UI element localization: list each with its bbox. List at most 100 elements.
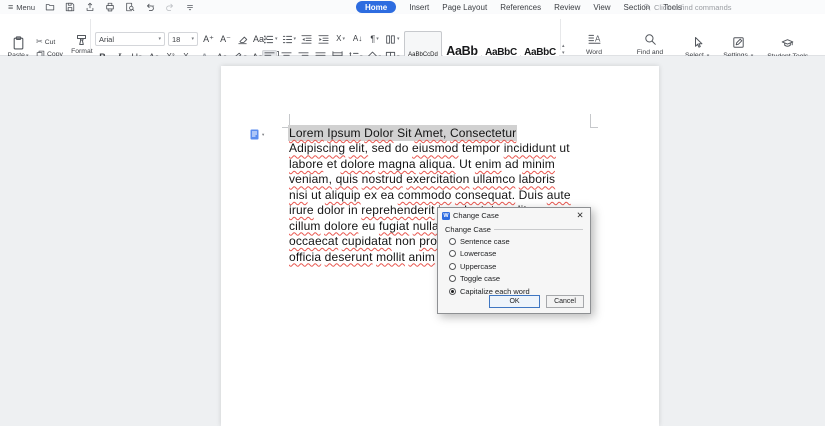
save-icon (65, 2, 75, 12)
change-case-dialog: W Change Case ✕ Change Case Sentence cas… (437, 207, 591, 314)
gallery-scroll-up[interactable]: ▴ (562, 44, 565, 49)
group-separator (560, 19, 561, 50)
asian-layout-button[interactable]: X▾ (333, 33, 348, 46)
font-name-select[interactable]: Arial ▾ (95, 32, 165, 46)
brush-icon (75, 34, 88, 46)
decrease-font-size-button[interactable]: A⁻ (218, 33, 233, 46)
numbering-icon (282, 34, 293, 45)
radio-label: Lowercase (460, 249, 496, 258)
search-icon (643, 3, 651, 11)
font-name-value: Arial (99, 35, 114, 44)
more-icon (185, 2, 195, 12)
tab-view[interactable]: View (593, 3, 610, 12)
change-case-groupbox: Change Case (445, 225, 583, 234)
tab-insert[interactable]: Insert (409, 3, 429, 12)
open-button[interactable] (42, 1, 57, 13)
print-preview-button[interactable] (122, 1, 137, 13)
menu-label: Menu (16, 3, 35, 12)
chevron-down-icon: ▾ (152, 4, 155, 10)
cut-label: Cut (45, 39, 56, 46)
numbering-button[interactable]: ▾ (281, 33, 298, 46)
tab-review[interactable]: Review (554, 3, 580, 12)
decrease-indent-button[interactable] (299, 33, 314, 46)
print-button[interactable] (102, 1, 117, 13)
asian-layout-glyph: X (336, 34, 341, 44)
radio-lowercase[interactable]: Lowercase (449, 250, 590, 258)
increase-font-size-glyph: A⁺ (203, 34, 214, 44)
document-line: nisi ut aliquip ex ea commodo consequat.… (289, 188, 607, 203)
document-line: Lorem Ipsum Dolor Sit Amet, Consectetur (289, 126, 607, 141)
student-tools-icon (781, 37, 794, 50)
radio-icon[interactable] (449, 263, 456, 270)
tab-home[interactable]: Home (356, 1, 396, 13)
folder-icon (45, 2, 55, 12)
word-typesetting-icon: A (588, 33, 601, 46)
bullets-icon (263, 34, 274, 45)
bullets-button[interactable]: ▾ (262, 33, 279, 46)
chevron-down-icon: ▾ (262, 132, 264, 138)
chevron-down-icon: ▾ (376, 36, 379, 42)
redo-button[interactable] (162, 1, 177, 13)
radio-sentence-case[interactable]: Sentence case (449, 237, 590, 245)
chevron-down-icon: ▾ (275, 36, 278, 42)
hamburger-icon: ≡ (8, 3, 13, 12)
increase-indent-button[interactable] (316, 33, 331, 46)
redo-icon (165, 2, 175, 12)
paragraph-widget[interactable]: ▾ (250, 129, 264, 140)
radio-icon[interactable] (449, 250, 456, 257)
case-options: Sentence case Lowercase Uppercase Toggle ca… (449, 237, 590, 295)
eraser-icon (237, 34, 248, 45)
find-replace-icon (644, 33, 657, 46)
chevron-down-icon: ▾ (342, 36, 345, 42)
ok-button[interactable]: OK (489, 295, 540, 308)
quick-access-toolbar: ▾ (42, 0, 197, 14)
radio-selected-icon[interactable] (449, 288, 456, 295)
undo-button[interactable]: ▾ (142, 1, 157, 13)
indent-icon (318, 34, 329, 45)
show-formatting-marks-glyph: ¶ (370, 34, 375, 44)
cancel-button[interactable]: Cancel (546, 295, 584, 308)
preview-icon (125, 2, 135, 12)
svg-text:A: A (595, 34, 601, 43)
command-search[interactable]: Click to find commands (643, 0, 732, 14)
select-cursor-icon (691, 36, 704, 49)
tab-references[interactable]: References (500, 3, 541, 12)
columns-icon (385, 34, 396, 45)
document-line: Adipiscing elit, sed do eiusmod tempor i… (289, 141, 607, 156)
chevron-down-icon: ▾ (294, 36, 297, 42)
radio-label: Uppercase (460, 262, 496, 271)
clear-formatting-button[interactable] (235, 33, 250, 46)
decrease-font-size-glyph: A⁻ (220, 34, 231, 44)
search-hint-text: Click to find commands (654, 3, 732, 12)
ribbon-tabs: Home Insert Page Layout References Review Vie… (356, 0, 682, 14)
export-button[interactable] (82, 1, 97, 13)
outdent-icon (301, 34, 312, 45)
text-direction-button[interactable]: ▾ (384, 33, 401, 46)
customize-quick-access-button[interactable] (182, 1, 197, 13)
radio-uppercase[interactable]: Uppercase (449, 262, 590, 270)
wps-app-icon: W (442, 212, 450, 220)
dialog-title: Change Case (453, 211, 571, 220)
chevron-down-icon: ▾ (158, 36, 161, 42)
radio-toggle-case[interactable]: Toggle case (449, 275, 590, 283)
radio-label: Sentence case (460, 237, 510, 246)
save-button[interactable] (62, 1, 77, 13)
radio-icon[interactable] (449, 238, 456, 245)
chevron-down-icon: ▾ (191, 36, 194, 42)
sort-button[interactable]: A↓ (350, 33, 365, 46)
menu-button[interactable]: ≡ Menu (8, 0, 35, 14)
radio-label: Toggle case (460, 274, 500, 283)
groupbox-line (494, 229, 583, 230)
tab-page-layout[interactable]: Page Layout (442, 3, 487, 12)
increase-font-size-button[interactable]: A⁺ (201, 33, 216, 46)
clipboard-icon (12, 36, 25, 50)
show-formatting-marks-button[interactable]: ¶▾ (367, 33, 382, 46)
group-separator (90, 19, 91, 50)
font-size-select[interactable]: 18 ▾ (168, 32, 198, 46)
groupbox-label: Change Case (445, 225, 491, 234)
radio-icon[interactable] (449, 275, 456, 282)
document-area: ▾ Lorem Ipsum Dolor Sit Amet, Consectetu… (0, 56, 825, 413)
close-icon[interactable]: ✕ (574, 210, 586, 221)
cut-button[interactable]: ✂ Cut (36, 38, 63, 46)
dialog-title-bar: W Change Case ✕ (438, 208, 590, 223)
